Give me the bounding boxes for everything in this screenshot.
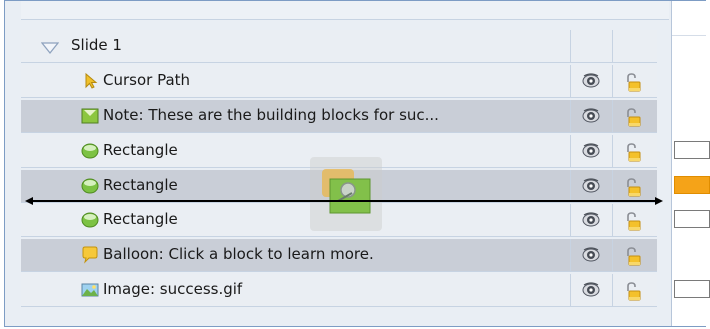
lock-icon [627, 143, 641, 162]
timeline-panel: Slide 1 Cursor Path Note: These are the … [4, 0, 710, 327]
timeline-bar[interactable] [674, 210, 710, 228]
lock-icon [627, 282, 641, 301]
slide-row[interactable]: Slide 1 [21, 30, 657, 63]
lock-icon [627, 108, 641, 127]
lock-toggle[interactable] [613, 204, 657, 236]
balloon-icon [82, 246, 98, 264]
layer-label: Rectangle [103, 141, 178, 159]
lock-icon [627, 247, 641, 266]
lock-icon [627, 178, 641, 197]
collapse-triangle-icon[interactable] [41, 39, 59, 57]
eye-icon [582, 143, 600, 158]
layer-label: Balloon: Click a block to learn more. [103, 245, 374, 263]
layer-label: Image: success.gif [103, 280, 243, 298]
slide-label: Slide 1 [71, 36, 122, 54]
layer-label: Note: These are the building blocks for … [103, 106, 439, 124]
eye-icon [582, 247, 600, 262]
visibility-toggle[interactable] [571, 100, 613, 132]
layer-list-header [21, 1, 669, 20]
eye-icon [582, 108, 600, 123]
layer-row-cursor-path[interactable]: Cursor Path [21, 65, 657, 98]
visibility-toggle[interactable] [571, 204, 613, 236]
lock-icon [627, 73, 641, 92]
timeline-bar[interactable] [674, 141, 710, 159]
layer-row-image[interactable]: Image: success.gif [21, 274, 657, 307]
visibility-toggle[interactable] [571, 274, 613, 306]
visibility-toggle[interactable] [571, 170, 613, 202]
lock-toggle[interactable] [613, 100, 657, 132]
lock-toggle[interactable] [613, 274, 657, 306]
note-icon [81, 108, 99, 124]
lock-toggle[interactable] [613, 135, 657, 167]
layer-row-note[interactable]: Note: These are the building blocks for … [21, 100, 657, 133]
image-icon [81, 283, 99, 297]
layer-row-balloon[interactable]: Balloon: Click a block to learn more. [21, 239, 657, 272]
eye-icon [582, 178, 600, 193]
eye-icon [582, 282, 600, 297]
rectangle-icon [81, 212, 99, 228]
layer-label: Cursor Path [103, 71, 191, 89]
timeline-bar-selected[interactable] [674, 176, 710, 194]
rectangle-icon [81, 143, 99, 159]
rectangle-icon [81, 178, 99, 194]
lock-toggle[interactable] [613, 65, 657, 97]
lock-icon [627, 212, 641, 231]
visibility-toggle[interactable] [571, 65, 613, 97]
lock-toggle[interactable] [613, 170, 657, 202]
drag-note-icon [322, 169, 371, 214]
drop-indicator-right-arrow [655, 197, 663, 205]
eye-icon [582, 73, 600, 88]
timeline-bar[interactable] [674, 280, 710, 298]
eye-icon [582, 212, 600, 227]
layer-list: Slide 1 Cursor Path Note: These are the … [5, 1, 669, 326]
timeline-track [671, 1, 710, 326]
lock-toggle[interactable] [613, 239, 657, 271]
cursor-path-icon [85, 72, 98, 89]
layer-label: Rectangle [103, 210, 178, 228]
timeline-ruler [672, 1, 706, 36]
visibility-toggle[interactable] [571, 135, 613, 167]
visibility-toggle[interactable] [571, 239, 613, 271]
layer-label: Rectangle [103, 176, 178, 194]
drag-ghost [310, 157, 382, 231]
drop-indicator-left-arrow [25, 197, 33, 205]
drop-indicator-line [27, 200, 659, 202]
